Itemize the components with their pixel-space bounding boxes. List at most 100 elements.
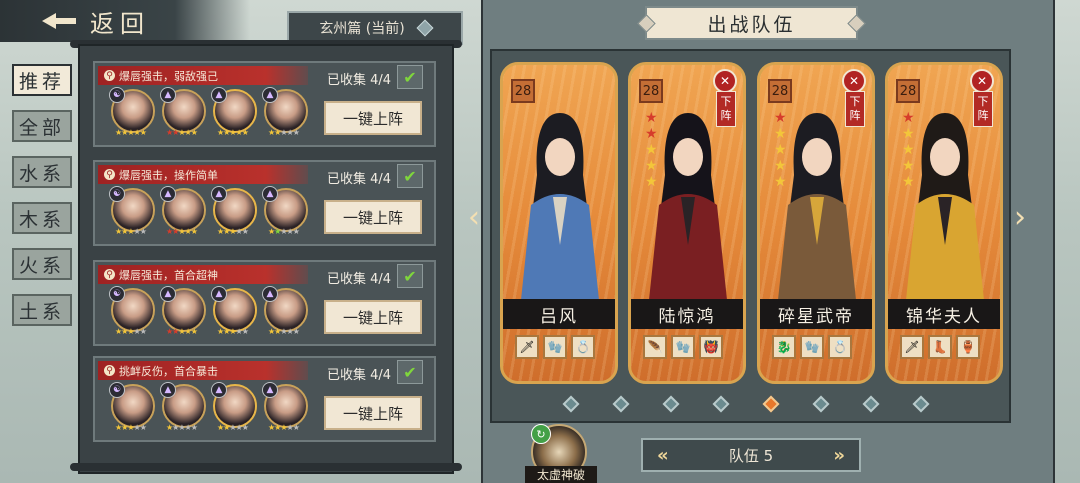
hero-avatar[interactable]: ▲ ★★★★★ bbox=[160, 87, 206, 137]
equipment-slot[interactable]: 🧤 bbox=[543, 335, 567, 359]
search-icon: ⚲ bbox=[104, 70, 115, 81]
team-next-icon[interactable]: » bbox=[833, 445, 845, 466]
page-dot[interactable] bbox=[612, 395, 630, 413]
tab-earth[interactable]: 土系 bbox=[12, 294, 72, 326]
element-icon: ▲ bbox=[211, 186, 227, 202]
hero-avatar[interactable]: ▲ ★★★★★ bbox=[211, 186, 257, 236]
back-label: 返回 bbox=[90, 9, 150, 38]
hero-avatar[interactable]: ▲ ★★★★★ bbox=[211, 382, 257, 432]
page-dot[interactable] bbox=[562, 395, 580, 413]
equipment-slot[interactable]: 🧤 bbox=[800, 335, 824, 359]
equipment-slot[interactable]: 👢 bbox=[928, 335, 952, 359]
chapter-label: 玄州篇 (当前) bbox=[319, 21, 405, 37]
hero-card[interactable]: 28 ★ ★ ★ ★ ★ ✕ 下阵锦华夫人 🗡 👢 🏺 bbox=[885, 62, 1003, 384]
team-row: ⚲ 爆唇强击，操作简单 已收集 4/4 ✔ ☯ ★★★★★ ▲ ★★★★★ ▲ ★★★★★ ▲ ★★★… bbox=[93, 160, 436, 246]
hero-avatar[interactable]: ☯ ★★★★★ bbox=[109, 186, 155, 236]
equipment-slot[interactable]: 💍 bbox=[828, 335, 852, 359]
tab-all[interactable]: 全部 bbox=[12, 110, 72, 142]
page-indicator bbox=[562, 395, 930, 413]
hero-avatar[interactable]: ▲ ★★★★★ bbox=[262, 186, 308, 236]
dismiss-button[interactable]: 下阵 bbox=[716, 91, 736, 127]
equipment-slot[interactable]: 🗡 bbox=[515, 335, 539, 359]
hero-name: 锦华夫人 bbox=[888, 299, 1000, 329]
diamond-icon bbox=[416, 19, 434, 37]
one-click-deploy-button[interactable]: 一键上阵 bbox=[324, 101, 422, 135]
tab-wood[interactable]: 木系 bbox=[12, 202, 72, 234]
hero-card[interactable]: 28 吕风 🗡 🧤 💍 bbox=[500, 62, 618, 384]
one-click-deploy-button[interactable]: 一键上阵 bbox=[324, 300, 422, 334]
hero-avatar[interactable]: ▲ ★★★★★ bbox=[211, 87, 257, 137]
level-badge: 28 bbox=[639, 79, 663, 103]
hero-avatar[interactable]: ▲ ★★★★★ bbox=[160, 186, 206, 236]
collected-count: 已收集 4/4 bbox=[327, 172, 392, 187]
hero-avatar[interactable]: ▲ ★★★★★ bbox=[160, 382, 206, 432]
tab-water[interactable]: 水系 bbox=[12, 156, 72, 188]
team-label: 队伍 5 bbox=[728, 446, 774, 465]
search-icon: ⚲ bbox=[104, 365, 115, 376]
hero-card[interactable]: 28 ★ ★ ★ ★ ★ ✕ 下阵 陆惊鸿 🪶 🧤 👹 bbox=[628, 62, 746, 384]
element-icon: ▲ bbox=[211, 87, 227, 103]
tab-fire[interactable]: 火系 bbox=[12, 248, 72, 280]
page-dot[interactable] bbox=[762, 395, 780, 413]
hero-avatar[interactable]: ▲ ★★★★★ bbox=[262, 382, 308, 432]
equipment-slot[interactable]: 🧤 bbox=[671, 335, 695, 359]
page-dot[interactable] bbox=[662, 395, 680, 413]
page-dot[interactable] bbox=[912, 395, 930, 413]
hero-avatar[interactable]: ▲ ★★★★★ bbox=[262, 286, 308, 336]
page-dot[interactable] bbox=[862, 395, 880, 413]
search-icon: ⚲ bbox=[104, 269, 115, 280]
equipment-slot[interactable]: 🐉 bbox=[772, 335, 796, 359]
dismiss-button[interactable]: 下阵 bbox=[973, 91, 993, 127]
dismiss-button[interactable]: 下阵 bbox=[845, 91, 865, 127]
team-prev-icon[interactable]: « bbox=[657, 445, 669, 466]
close-icon[interactable]: ✕ bbox=[970, 69, 994, 93]
check-icon: ✔ bbox=[397, 164, 423, 188]
hero-avatar[interactable]: ▲ ★★★★★ bbox=[160, 286, 206, 336]
equipment-slots: 🗡 🧤 💍 bbox=[515, 335, 595, 359]
star-rating: ★★★★★ bbox=[902, 110, 915, 190]
element-icon: ▲ bbox=[211, 286, 227, 302]
collected-count: 已收集 4/4 bbox=[327, 272, 392, 287]
hero-avatar[interactable]: ☯ ★★★★★ bbox=[109, 286, 155, 336]
close-icon[interactable]: ✕ bbox=[713, 69, 737, 93]
team-row: ⚲ 爆唇强击，弱敌强己 已收集 4/4 ✔ ☯ ★★★★★ ▲ ★★★★★ ▲ ★★★★★ ▲ ★★★… bbox=[93, 61, 436, 147]
equipment-slot[interactable]: 💍 bbox=[571, 335, 595, 359]
tab-recommended[interactable]: 推荐 bbox=[12, 64, 72, 96]
prev-arrow-icon[interactable]: ‹ bbox=[468, 200, 480, 235]
level-badge: 28 bbox=[896, 79, 920, 103]
hero-avatar[interactable]: ☯ ★★★★★ bbox=[109, 382, 155, 432]
team-row: ⚲ 爆唇强击，首合超神 已收集 4/4 ✔ ☯ ★★★★★ ▲ ★★★★★ ▲ ★★★★★ ▲ ★★★… bbox=[93, 260, 436, 346]
equipment-slots: 🐉 🧤 💍 bbox=[772, 335, 852, 359]
element-icon: ▲ bbox=[160, 286, 176, 302]
hero-avatar[interactable]: ☯ ★★★★★ bbox=[109, 87, 155, 137]
page-dot[interactable] bbox=[712, 395, 730, 413]
team-tag: ⚲ 挑衅反伤，首合暴击 bbox=[98, 361, 308, 380]
hero-avatar[interactable]: ▲ ★★★★★ bbox=[262, 87, 308, 137]
equipment-slot[interactable]: 🪶 bbox=[643, 335, 667, 359]
hero-card[interactable]: 28 ★ ★ ★ ★ ★ ✕ 下阵 碎星武帝 🐉 🧤 💍 bbox=[757, 62, 875, 384]
one-click-deploy-button[interactable]: 一键上阵 bbox=[324, 396, 422, 430]
close-icon[interactable]: ✕ bbox=[842, 69, 866, 93]
element-icon: ▲ bbox=[160, 382, 176, 398]
star-rating: ★★★★★ bbox=[115, 128, 147, 137]
equipment-slot[interactable]: 🗡 bbox=[900, 335, 924, 359]
next-arrow-icon[interactable]: › bbox=[1014, 200, 1026, 235]
hero-name: 吕风 bbox=[503, 299, 615, 329]
star-rating: ★★★★★ bbox=[217, 423, 249, 432]
star-rating: ★★★★★ bbox=[166, 423, 198, 432]
star-rating: ★★★★★ bbox=[166, 327, 198, 336]
team-selector[interactable]: « 队伍 5 » bbox=[641, 438, 861, 472]
back-button[interactable]: 返回 bbox=[0, 0, 250, 42]
yin-yang-icon: ☯ bbox=[109, 87, 125, 103]
element-icon: ▲ bbox=[262, 87, 278, 103]
equipment-slot[interactable]: 🏺 bbox=[956, 335, 980, 359]
star-rating: ★★★★★ bbox=[166, 227, 198, 236]
hero-avatar[interactable]: ▲ ★★★★★ bbox=[211, 286, 257, 336]
star-rating: ★★★★★ bbox=[217, 227, 249, 236]
level-badge: 28 bbox=[768, 79, 792, 103]
refresh-icon[interactable]: ↻ bbox=[531, 424, 551, 444]
one-click-deploy-button[interactable]: 一键上阵 bbox=[324, 200, 422, 234]
page-dot[interactable] bbox=[812, 395, 830, 413]
equipment-slot[interactable]: 👹 bbox=[699, 335, 723, 359]
element-icon: ▲ bbox=[160, 186, 176, 202]
